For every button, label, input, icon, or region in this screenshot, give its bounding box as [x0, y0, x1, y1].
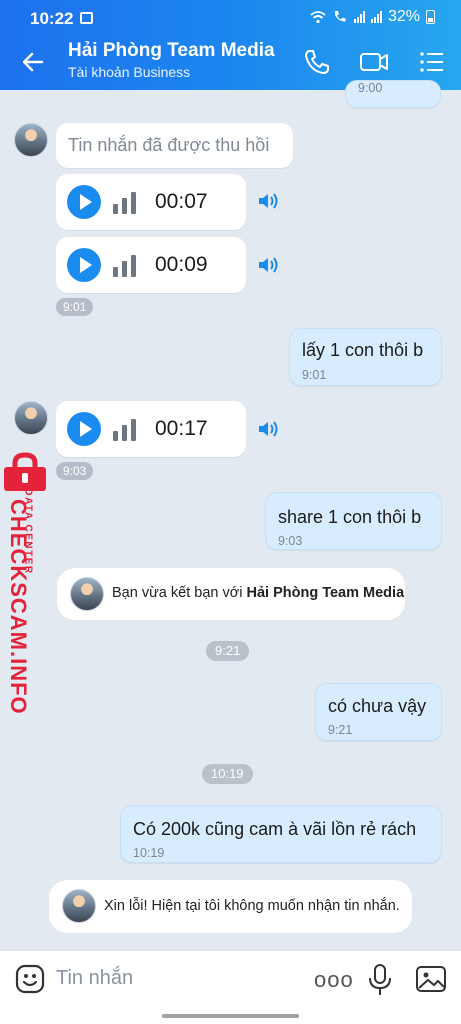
- play-button[interactable]: [67, 412, 101, 446]
- avatar: [70, 577, 104, 611]
- top-bar: 10:22 32% Hải Phòng Team Media Tài khoản…: [0, 0, 461, 90]
- sticker-icon[interactable]: [14, 963, 46, 995]
- message-text: Có 200k cũng cam à vãi lồn rẻ rách: [133, 819, 417, 839]
- composer: Tin nhắn ooo: [0, 950, 461, 1006]
- battery-icon: [426, 10, 435, 24]
- status-time: 10:22: [30, 9, 74, 28]
- time-divider: 9:21: [206, 641, 250, 661]
- speaker-icon[interactable]: [256, 190, 282, 212]
- notice-text: Bạn vừa kết bạn với Hải Phòng Team Media: [112, 585, 404, 601]
- waveform-icon: [113, 192, 136, 214]
- voice-duration: 00:07: [155, 190, 208, 213]
- auto-reply-notice: Xin lỗi! Hiện tại tôi không muốn nhận ti…: [49, 880, 412, 933]
- status-bar: 10:22 32%: [0, 0, 461, 34]
- avatar[interactable]: [14, 123, 48, 157]
- auto-reply-text: Xin lỗi! Hiện tại tôi không muốn nhận ti…: [104, 898, 400, 914]
- wifi-icon: [310, 11, 326, 24]
- back-arrow-icon[interactable]: [14, 44, 50, 80]
- watermark-main: CHECKSCAM.INFO: [6, 499, 31, 715]
- waveform-icon: [113, 419, 136, 441]
- message-list[interactable]: 9:00 Tin nhắn đã được thu hồi 00:07 00:0…: [0, 80, 461, 950]
- message-time: 9:03: [278, 534, 303, 548]
- video-call-icon[interactable]: [358, 46, 390, 78]
- voice-message[interactable]: 00:09: [56, 237, 246, 293]
- avatar: [62, 889, 96, 923]
- voice-message[interactable]: 00:17: [56, 401, 246, 457]
- watermark: DATA CENTER CHECKSCAM.INFO: [2, 452, 50, 715]
- recalled-text: Tin nhắn đã được thu hồi: [68, 135, 270, 155]
- menu-list-icon[interactable]: [416, 46, 448, 78]
- message-time: 9:03: [56, 462, 94, 480]
- chat-subtitle: Tài khoản Business: [68, 64, 191, 80]
- play-button[interactable]: [67, 185, 101, 219]
- call-status-icon: [334, 11, 346, 22]
- message-bubble-sent[interactable]: lấy 1 con thôi b 9:01: [289, 328, 442, 386]
- speaker-icon[interactable]: [256, 254, 282, 276]
- home-handle[interactable]: [162, 1014, 299, 1018]
- play-button[interactable]: [67, 248, 101, 282]
- message-text: share 1 con thôi b: [278, 507, 422, 527]
- signal-icon: [353, 11, 365, 23]
- message-time: 9:01: [56, 298, 94, 316]
- speaker-icon[interactable]: [256, 418, 282, 440]
- more-options-icon[interactable]: ooo: [314, 967, 354, 993]
- chat-title[interactable]: Hải Phòng Team Media: [68, 40, 275, 62]
- message-time: 9:21: [328, 723, 353, 737]
- message-bubble-sent[interactable]: Có 200k cũng cam à vãi lồn rẻ rách 10:19: [120, 805, 442, 863]
- waveform-icon: [113, 255, 136, 277]
- message-bubble-sent[interactable]: có chưa vậy 9:21: [315, 683, 442, 741]
- phone-call-icon[interactable]: [301, 46, 333, 78]
- message-bubble-sent[interactable]: share 1 con thôi b 9:03: [265, 492, 442, 550]
- voice-message[interactable]: 00:07: [56, 174, 246, 230]
- message-text: lấy 1 con thôi b: [302, 340, 424, 360]
- message-time: 9:01: [302, 368, 327, 382]
- friend-added-notice: Bạn vừa kết bạn với Hải Phòng Team Media: [57, 568, 405, 620]
- microphone-icon[interactable]: [366, 963, 394, 997]
- message-bubble-sent[interactable]: 9:00: [345, 80, 441, 108]
- battery-percent: 32%: [387, 8, 420, 25]
- recalled-message[interactable]: Tin nhắn đã được thu hồi: [56, 123, 293, 168]
- message-input[interactable]: Tin nhắn: [56, 967, 133, 990]
- voice-duration: 00:17: [155, 417, 208, 440]
- voice-duration: 00:09: [155, 253, 208, 276]
- message-time: 9:00: [358, 81, 383, 95]
- avatar[interactable]: [14, 401, 48, 435]
- time-divider: 10:19: [202, 764, 253, 784]
- message-text: có chưa vậy: [328, 696, 427, 716]
- gallery-notification-icon: [80, 12, 93, 24]
- system-nav-bar: [0, 1006, 461, 1024]
- message-time: 10:19: [133, 846, 165, 860]
- image-gallery-icon[interactable]: [415, 964, 447, 994]
- signal-icon: [370, 11, 382, 23]
- notice-prefix: Bạn vừa kết bạn với: [112, 585, 247, 601]
- notice-name: Hải Phòng Team Media: [246, 585, 405, 601]
